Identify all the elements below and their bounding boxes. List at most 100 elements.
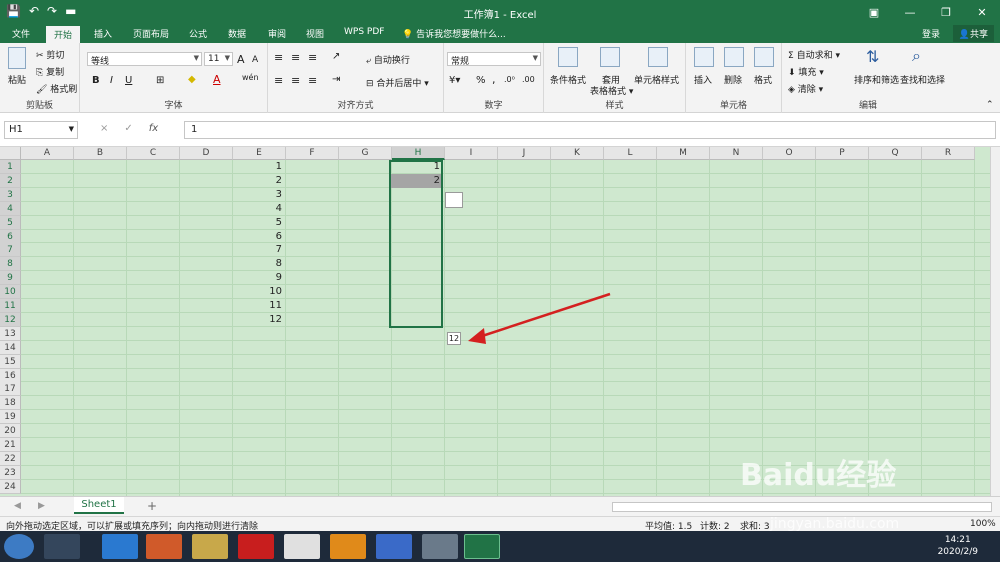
taskbar-browser-icon[interactable] xyxy=(376,534,412,559)
formula-input[interactable]: 1 xyxy=(184,121,996,139)
cell-styles-button[interactable]: 单元格样式 xyxy=(634,73,679,86)
indent-icon[interactable]: ⇥ xyxy=(332,74,340,85)
conditional-format-button[interactable]: 条件格式 xyxy=(550,73,586,86)
align-left-icon[interactable]: ≡ xyxy=(274,74,283,87)
column-header-h[interactable]: H xyxy=(392,147,445,160)
row-header-19[interactable]: 19 xyxy=(0,410,21,425)
column-header-l[interactable]: L xyxy=(604,147,657,160)
insert-cells-button[interactable]: 插入 xyxy=(694,73,712,86)
cell-e8[interactable]: 8 xyxy=(232,257,284,271)
cell-e10[interactable]: 10 xyxy=(232,285,284,299)
autosum-button[interactable]: Σ 自动求和 ▾ xyxy=(788,48,840,61)
format-as-table-icon[interactable] xyxy=(600,47,620,67)
taskbar-app-1-icon[interactable] xyxy=(44,534,80,559)
ribbon-display-icon[interactable]: ▣ xyxy=(856,0,892,24)
cell-e2[interactable]: 2 xyxy=(232,174,284,188)
select-all-corner[interactable] xyxy=(0,147,21,160)
format-cells-button[interactable]: 格式 xyxy=(754,73,772,86)
vertical-scrollbar[interactable] xyxy=(990,147,1000,496)
shrink-font-button[interactable]: A xyxy=(252,55,258,65)
delete-cells-icon[interactable] xyxy=(724,47,744,67)
tab-wps-pdf[interactable]: WPS PDF xyxy=(344,27,384,37)
row-header-7[interactable]: 7 xyxy=(0,243,21,258)
cell-e7[interactable]: 7 xyxy=(232,243,284,257)
sort-filter-button[interactable]: 排序和筛选 xyxy=(854,73,899,86)
sheet-tab-sheet1[interactable]: Sheet1 xyxy=(74,497,124,514)
row-header-1[interactable]: 1 xyxy=(0,160,21,174)
worksheet-grid[interactable]: A B C D E F G H I J K L M N O P Q R 1 2 3 4 5 6 7 8 9 10 11 12 13 14 15 1… xyxy=(0,147,990,496)
row-header-23[interactable]: 23 xyxy=(0,465,21,480)
column-header-e[interactable]: E xyxy=(233,147,286,160)
row-header-8[interactable]: 8 xyxy=(0,257,21,272)
align-bottom-icon[interactable]: ≡ xyxy=(308,51,317,64)
grow-font-button[interactable]: A xyxy=(237,53,245,66)
tab-file[interactable]: 文件 xyxy=(12,27,30,40)
row-header-2[interactable]: 2 xyxy=(0,173,21,188)
row-header-20[interactable]: 20 xyxy=(0,424,21,439)
column-header-i[interactable]: I xyxy=(445,147,498,160)
column-header-m[interactable]: M xyxy=(657,147,710,160)
row-header-13[interactable]: 13 xyxy=(0,326,21,341)
tab-insert[interactable]: 插入 xyxy=(94,27,112,40)
prev-sheet-icon[interactable]: ◀ xyxy=(14,501,21,511)
column-header-b[interactable]: B xyxy=(74,147,127,160)
underline-button[interactable]: U xyxy=(125,75,132,86)
merge-center-button[interactable]: ⊟ 合并后居中 ▾ xyxy=(366,76,429,89)
collapse-ribbon-icon[interactable]: ⌃ xyxy=(986,100,994,110)
share-button[interactable]: 👤共享 xyxy=(952,25,994,42)
tab-formulas[interactable]: 公式 xyxy=(189,27,207,40)
fill-button[interactable]: ⬇ 填充 ▾ xyxy=(788,65,824,78)
minimize-button[interactable]: — xyxy=(892,0,928,24)
paste-icon[interactable] xyxy=(8,47,26,69)
taskbar-excel-icon[interactable] xyxy=(464,534,500,559)
row-header-12[interactable]: 12 xyxy=(0,312,21,327)
horizontal-scrollbar[interactable] xyxy=(612,502,992,512)
taskbar-app-6-icon[interactable] xyxy=(284,534,320,559)
name-box[interactable]: H1 ▼ xyxy=(4,121,78,139)
taskbar-app-9-icon[interactable] xyxy=(422,534,458,559)
row-header-15[interactable]: 15 xyxy=(0,354,21,369)
cut-button[interactable]: ✂ 剪切 xyxy=(36,48,64,61)
taskbar-app-7-icon[interactable] xyxy=(330,534,366,559)
percent-button[interactable]: % xyxy=(476,75,486,86)
insert-function-icon[interactable]: fx xyxy=(149,123,158,134)
column-header-c[interactable]: C xyxy=(127,147,180,160)
clear-button[interactable]: ◈ 清除 ▾ xyxy=(788,82,823,95)
autofill-options-icon[interactable] xyxy=(445,192,463,208)
add-sheet-button[interactable]: + xyxy=(147,499,157,513)
cell-e6[interactable]: 6 xyxy=(232,230,284,244)
zoom-level[interactable]: 100% xyxy=(970,519,996,529)
fill-color-icon[interactable]: ◆ xyxy=(188,74,196,85)
cell-styles-icon[interactable] xyxy=(648,47,668,67)
row-header-4[interactable]: 4 xyxy=(0,201,21,216)
decrease-decimal-icon[interactable]: .00 xyxy=(522,75,535,84)
align-right-icon[interactable]: ≡ xyxy=(308,74,317,87)
column-header-n[interactable]: N xyxy=(710,147,763,160)
format-cells-icon[interactable] xyxy=(754,47,774,67)
phonetic-button[interactable]: wén xyxy=(242,73,259,82)
taskbar-explorer-icon[interactable] xyxy=(192,534,228,559)
insert-cells-icon[interactable] xyxy=(694,47,714,67)
row-header-10[interactable]: 10 xyxy=(0,285,21,300)
paste-button[interactable]: 粘贴 xyxy=(8,73,26,86)
column-header-q[interactable]: Q xyxy=(869,147,922,160)
sort-filter-icon[interactable]: ⇅ xyxy=(866,47,879,66)
increase-decimal-icon[interactable]: .0⁰ xyxy=(504,75,515,84)
find-select-icon[interactable]: ⌕ xyxy=(912,46,921,66)
currency-icon[interactable]: ¥▾ xyxy=(449,75,460,86)
row-header-16[interactable]: 16 xyxy=(0,368,21,383)
taskbar-youdao-icon[interactable] xyxy=(238,534,274,559)
column-header-k[interactable]: K xyxy=(551,147,604,160)
row-header-18[interactable]: 18 xyxy=(0,396,21,411)
column-header-d[interactable]: D xyxy=(180,147,233,160)
column-header-r[interactable]: R xyxy=(922,147,975,160)
tab-data[interactable]: 数据 xyxy=(228,27,246,40)
cell-e3[interactable]: 3 xyxy=(232,188,284,202)
column-header-a[interactable]: A xyxy=(21,147,74,160)
find-select-button[interactable]: 查找和选择 xyxy=(900,73,945,86)
wrap-text-button[interactable]: ⤶ 自动换行 xyxy=(366,53,410,66)
conditional-format-icon[interactable] xyxy=(558,47,578,67)
start-button[interactable] xyxy=(4,534,34,559)
row-header-9[interactable]: 9 xyxy=(0,271,21,286)
tell-me-box[interactable]: 💡 告诉我您想要做什么... xyxy=(402,27,506,40)
